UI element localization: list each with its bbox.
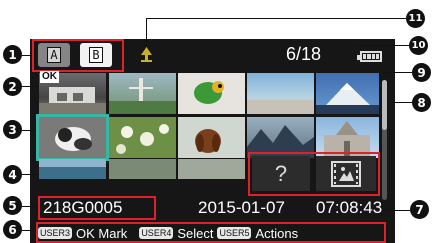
callout-2: 2 [3,77,22,96]
thumbnail-4[interactable] [247,73,314,114]
callout-3: 3 [3,120,22,139]
callout-11-leader [146,18,406,19]
callout-6: 6 [3,220,22,239]
ok-mark-label: OK Mark [76,225,128,241]
thumbnail-11[interactable] [39,159,106,179]
user5-key[interactable]: USER5 [217,227,252,239]
callout-6-leader [22,230,36,231]
thumbnail-7[interactable] [109,117,176,158]
scrollbar[interactable] [382,80,387,200]
callout-8-leader [392,102,412,103]
thumbnail-2[interactable] [109,73,176,114]
callout-7-leader [386,210,410,211]
thumbnail-5[interactable] [316,73,379,114]
select-label: Select [177,225,214,241]
callout-9-leader [385,72,412,73]
slot-b-label: B [89,47,103,63]
callout-10-leader [356,45,409,46]
tree-icon [140,46,153,63]
scrollbar-thumb[interactable] [382,80,387,130]
battery-icon [357,51,382,62]
thumbnail-8[interactable] [178,117,245,158]
callout-10: 10 [409,36,428,55]
slot-a-label: A [47,47,61,63]
thumbnail-6-selected[interactable] [39,117,106,158]
callout-4: 4 [3,165,22,184]
callout-11: 11 [406,9,425,28]
callout-9: 9 [412,63,431,82]
callout-7: 7 [410,200,429,219]
thumbnail-12[interactable] [109,159,176,179]
clip-name: 218G0005 [43,198,123,217]
thumbnail-13[interactable] [178,159,245,179]
callout-1: 1 [3,45,22,64]
thumbnail-status-frame [248,152,380,196]
slot-a-button[interactable]: A [38,43,70,67]
actions-label: Actions [255,225,299,241]
callout-3-leader [22,130,40,131]
operation-guide: USER3 OK Mark USER4 Select USER5 Actions [38,224,386,242]
slot-b-button[interactable]: B [80,43,112,67]
clip-counter: 6/18 [286,44,322,64]
user3-key[interactable]: USER3 [38,227,73,239]
callout-8: 8 [412,93,431,112]
thumbnail-3[interactable] [178,73,245,114]
callout-2-leader [22,86,40,87]
clip-date: 2015-01-07 [198,198,285,217]
clip-time: 07:08:43 [316,198,383,217]
ok-mark-badge: OK [40,71,59,83]
callout-5: 5 [3,196,22,215]
callout-11-drop [146,18,147,46]
user4-key[interactable]: USER4 [139,227,174,239]
